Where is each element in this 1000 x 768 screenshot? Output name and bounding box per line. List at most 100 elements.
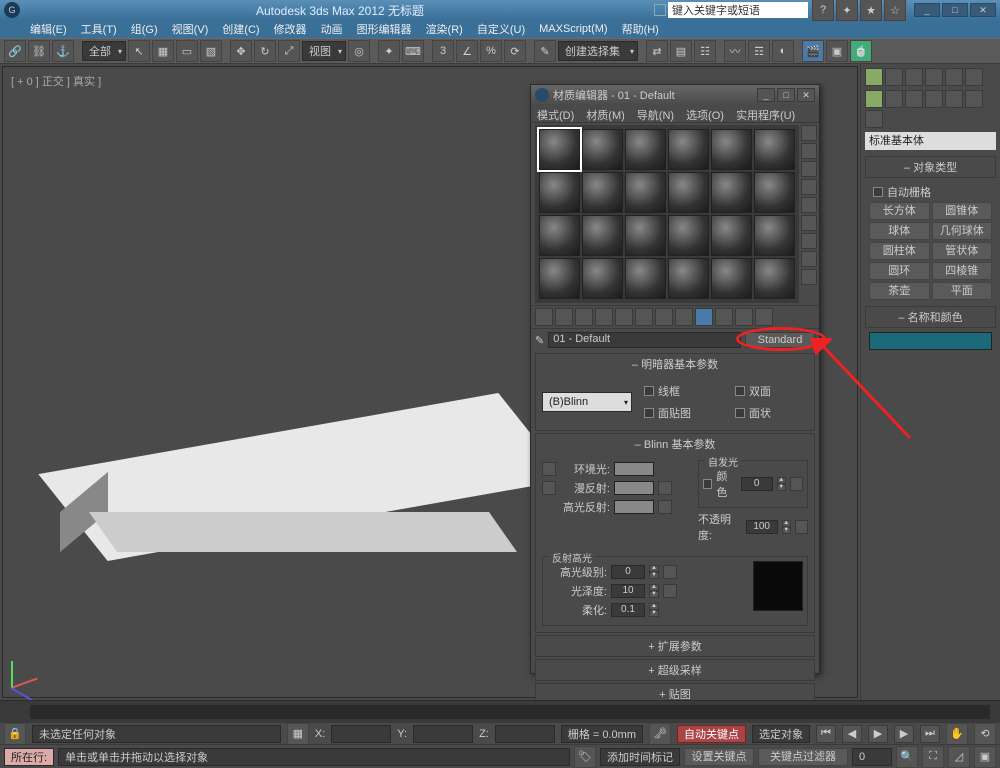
prim-box[interactable]: 长方体	[869, 202, 930, 220]
pivot-icon[interactable]: ◎	[348, 40, 370, 62]
timemark-button[interactable]: 添加时间标记	[600, 748, 680, 766]
options-icon[interactable]	[801, 233, 817, 249]
specular-swatch[interactable]	[614, 500, 654, 514]
max-vp-icon[interactable]: ▣	[974, 746, 996, 768]
minimize-button[interactable]: _	[914, 3, 940, 17]
opacity-map-button[interactable]	[795, 520, 808, 534]
dmenu-opts[interactable]: 选项(O)	[686, 107, 724, 120]
background-icon[interactable]	[801, 161, 817, 177]
specular-map-button[interactable]	[658, 500, 672, 514]
uv-tile-icon[interactable]	[801, 179, 817, 195]
close-button[interactable]: ✕	[970, 3, 996, 17]
material-type-button[interactable]: Standard	[745, 332, 815, 348]
backlight-icon[interactable]	[801, 143, 817, 159]
mtl-map-nav-icon[interactable]	[801, 269, 817, 285]
x-input[interactable]	[331, 725, 391, 743]
material-slot[interactable]	[668, 258, 709, 299]
tag-icon[interactable]: 🏷	[574, 746, 596, 768]
keyboard-icon[interactable]: ⌨	[402, 40, 424, 62]
menu-modifiers[interactable]: 修改器	[274, 21, 307, 37]
prim-teapot[interactable]: 茶壶	[869, 282, 930, 300]
dlg-max-button[interactable]: □	[777, 88, 795, 102]
object-color-swatch[interactable]	[869, 332, 992, 350]
scale-icon[interactable]: ⤢	[278, 40, 300, 62]
material-slot[interactable]	[625, 172, 666, 213]
hierarchy-tab-icon[interactable]	[905, 68, 923, 86]
prev-frame-icon[interactable]: ◀	[842, 725, 862, 743]
prim-cylinder[interactable]: 圆柱体	[869, 242, 930, 260]
autokey-button[interactable]: 自动关键点	[677, 725, 746, 743]
opacity-spinner[interactable]: 100	[746, 520, 778, 534]
speclevel-spinner[interactable]: 0	[611, 565, 645, 579]
render-icon[interactable]: 🍵	[850, 40, 872, 62]
material-slot[interactable]	[668, 129, 709, 170]
menu-view[interactable]: 视图(V)	[172, 21, 209, 37]
dialog-titlebar[interactable]: 材质编辑器 - 01 - Default _ □ ✕	[531, 85, 819, 105]
ext-header[interactable]: 扩展参数	[536, 636, 814, 656]
shapes-icon[interactable]	[885, 90, 903, 108]
reset-map-icon[interactable]	[595, 308, 613, 326]
rotate-icon[interactable]: ↻	[254, 40, 276, 62]
menu-script[interactable]: MAXScript(M)	[539, 23, 607, 35]
geometry-icon[interactable]	[865, 90, 883, 108]
help-icon[interactable]: ?	[812, 0, 834, 21]
tool-icon[interactable]: ★	[860, 0, 882, 21]
tool-icon[interactable]: ☆	[884, 0, 906, 21]
material-slot[interactable]	[582, 172, 623, 213]
namecolor-rollout[interactable]: 名称和颜色	[865, 306, 996, 328]
menu-graph[interactable]: 图形编辑器	[357, 21, 412, 37]
goto-start-icon[interactable]: ⏮	[816, 725, 836, 743]
make-copy-icon[interactable]	[615, 308, 633, 326]
prim-cone[interactable]: 圆锥体	[932, 202, 993, 220]
material-slot[interactable]	[625, 215, 666, 256]
menu-create[interactable]: 创建(C)	[222, 21, 259, 37]
prim-tube[interactable]: 管状体	[932, 242, 993, 260]
material-slot[interactable]	[539, 215, 580, 256]
diffuse-swatch[interactable]	[614, 481, 654, 495]
menu-custom[interactable]: 自定义(U)	[477, 21, 525, 37]
menu-anim[interactable]: 动画	[321, 21, 343, 37]
lights-icon[interactable]	[905, 90, 923, 108]
selfillum-map-button[interactable]	[790, 477, 803, 491]
put-to-lib-icon[interactable]	[655, 308, 673, 326]
play-icon[interactable]: ▶	[868, 725, 888, 743]
bind-icon[interactable]: ⚓	[52, 40, 74, 62]
spinner-arrows[interactable]: ▲▼	[777, 477, 786, 491]
shader-dropdown[interactable]: (B)Blinn	[542, 392, 632, 412]
timeline[interactable]: 0 / 100	[0, 700, 1000, 722]
material-slot[interactable]	[754, 215, 795, 256]
dmenu-mode[interactable]: 模式(D)	[537, 107, 574, 120]
spinner-arrows[interactable]: ▲▼	[649, 584, 659, 598]
assign-to-sel-icon[interactable]	[575, 308, 593, 326]
material-slot[interactable]	[582, 258, 623, 299]
facemap-checkbox[interactable]	[644, 408, 654, 418]
material-slot[interactable]	[625, 129, 666, 170]
lock-icon[interactable]: 🔒	[4, 723, 26, 745]
zoom-ext-icon[interactable]: ⛶	[922, 746, 944, 768]
prim-torus[interactable]: 圆环	[869, 262, 930, 280]
show-in-vp-icon[interactable]	[695, 308, 713, 326]
material-slot[interactable]	[539, 258, 580, 299]
key-icon[interactable]: 🗝	[649, 723, 671, 745]
prim-geosphere[interactable]: 几何球体	[932, 222, 993, 240]
menu-edit[interactable]: 编辑(E)	[30, 21, 67, 37]
faceted-checkbox[interactable]	[735, 408, 745, 418]
link-icon[interactable]: 🔗	[4, 40, 26, 62]
select-by-mat-icon[interactable]	[801, 251, 817, 267]
material-slot[interactable]	[582, 129, 623, 170]
edit-sel-icon[interactable]: ✎	[534, 40, 556, 62]
selection-set-dropdown[interactable]: 创建选择集	[558, 41, 638, 61]
selfillum-checkbox[interactable]	[703, 479, 712, 489]
angle-snap-icon[interactable]: ∠	[456, 40, 478, 62]
dmenu-nav[interactable]: 导航(N)	[637, 107, 674, 120]
layer-icon[interactable]: ☷	[694, 40, 716, 62]
play-icon[interactable]	[654, 4, 666, 16]
move-icon[interactable]: ✥	[230, 40, 252, 62]
dmenu-material[interactable]: 材质(M)	[586, 107, 625, 120]
get-material-icon[interactable]	[535, 308, 553, 326]
material-slot[interactable]	[539, 129, 580, 170]
select-icon[interactable]: ↖	[128, 40, 150, 62]
ref-coord-dropdown[interactable]: 视图	[302, 41, 346, 61]
next-frame-icon[interactable]: ▶	[894, 725, 914, 743]
snap-icon[interactable]: 3	[432, 40, 454, 62]
